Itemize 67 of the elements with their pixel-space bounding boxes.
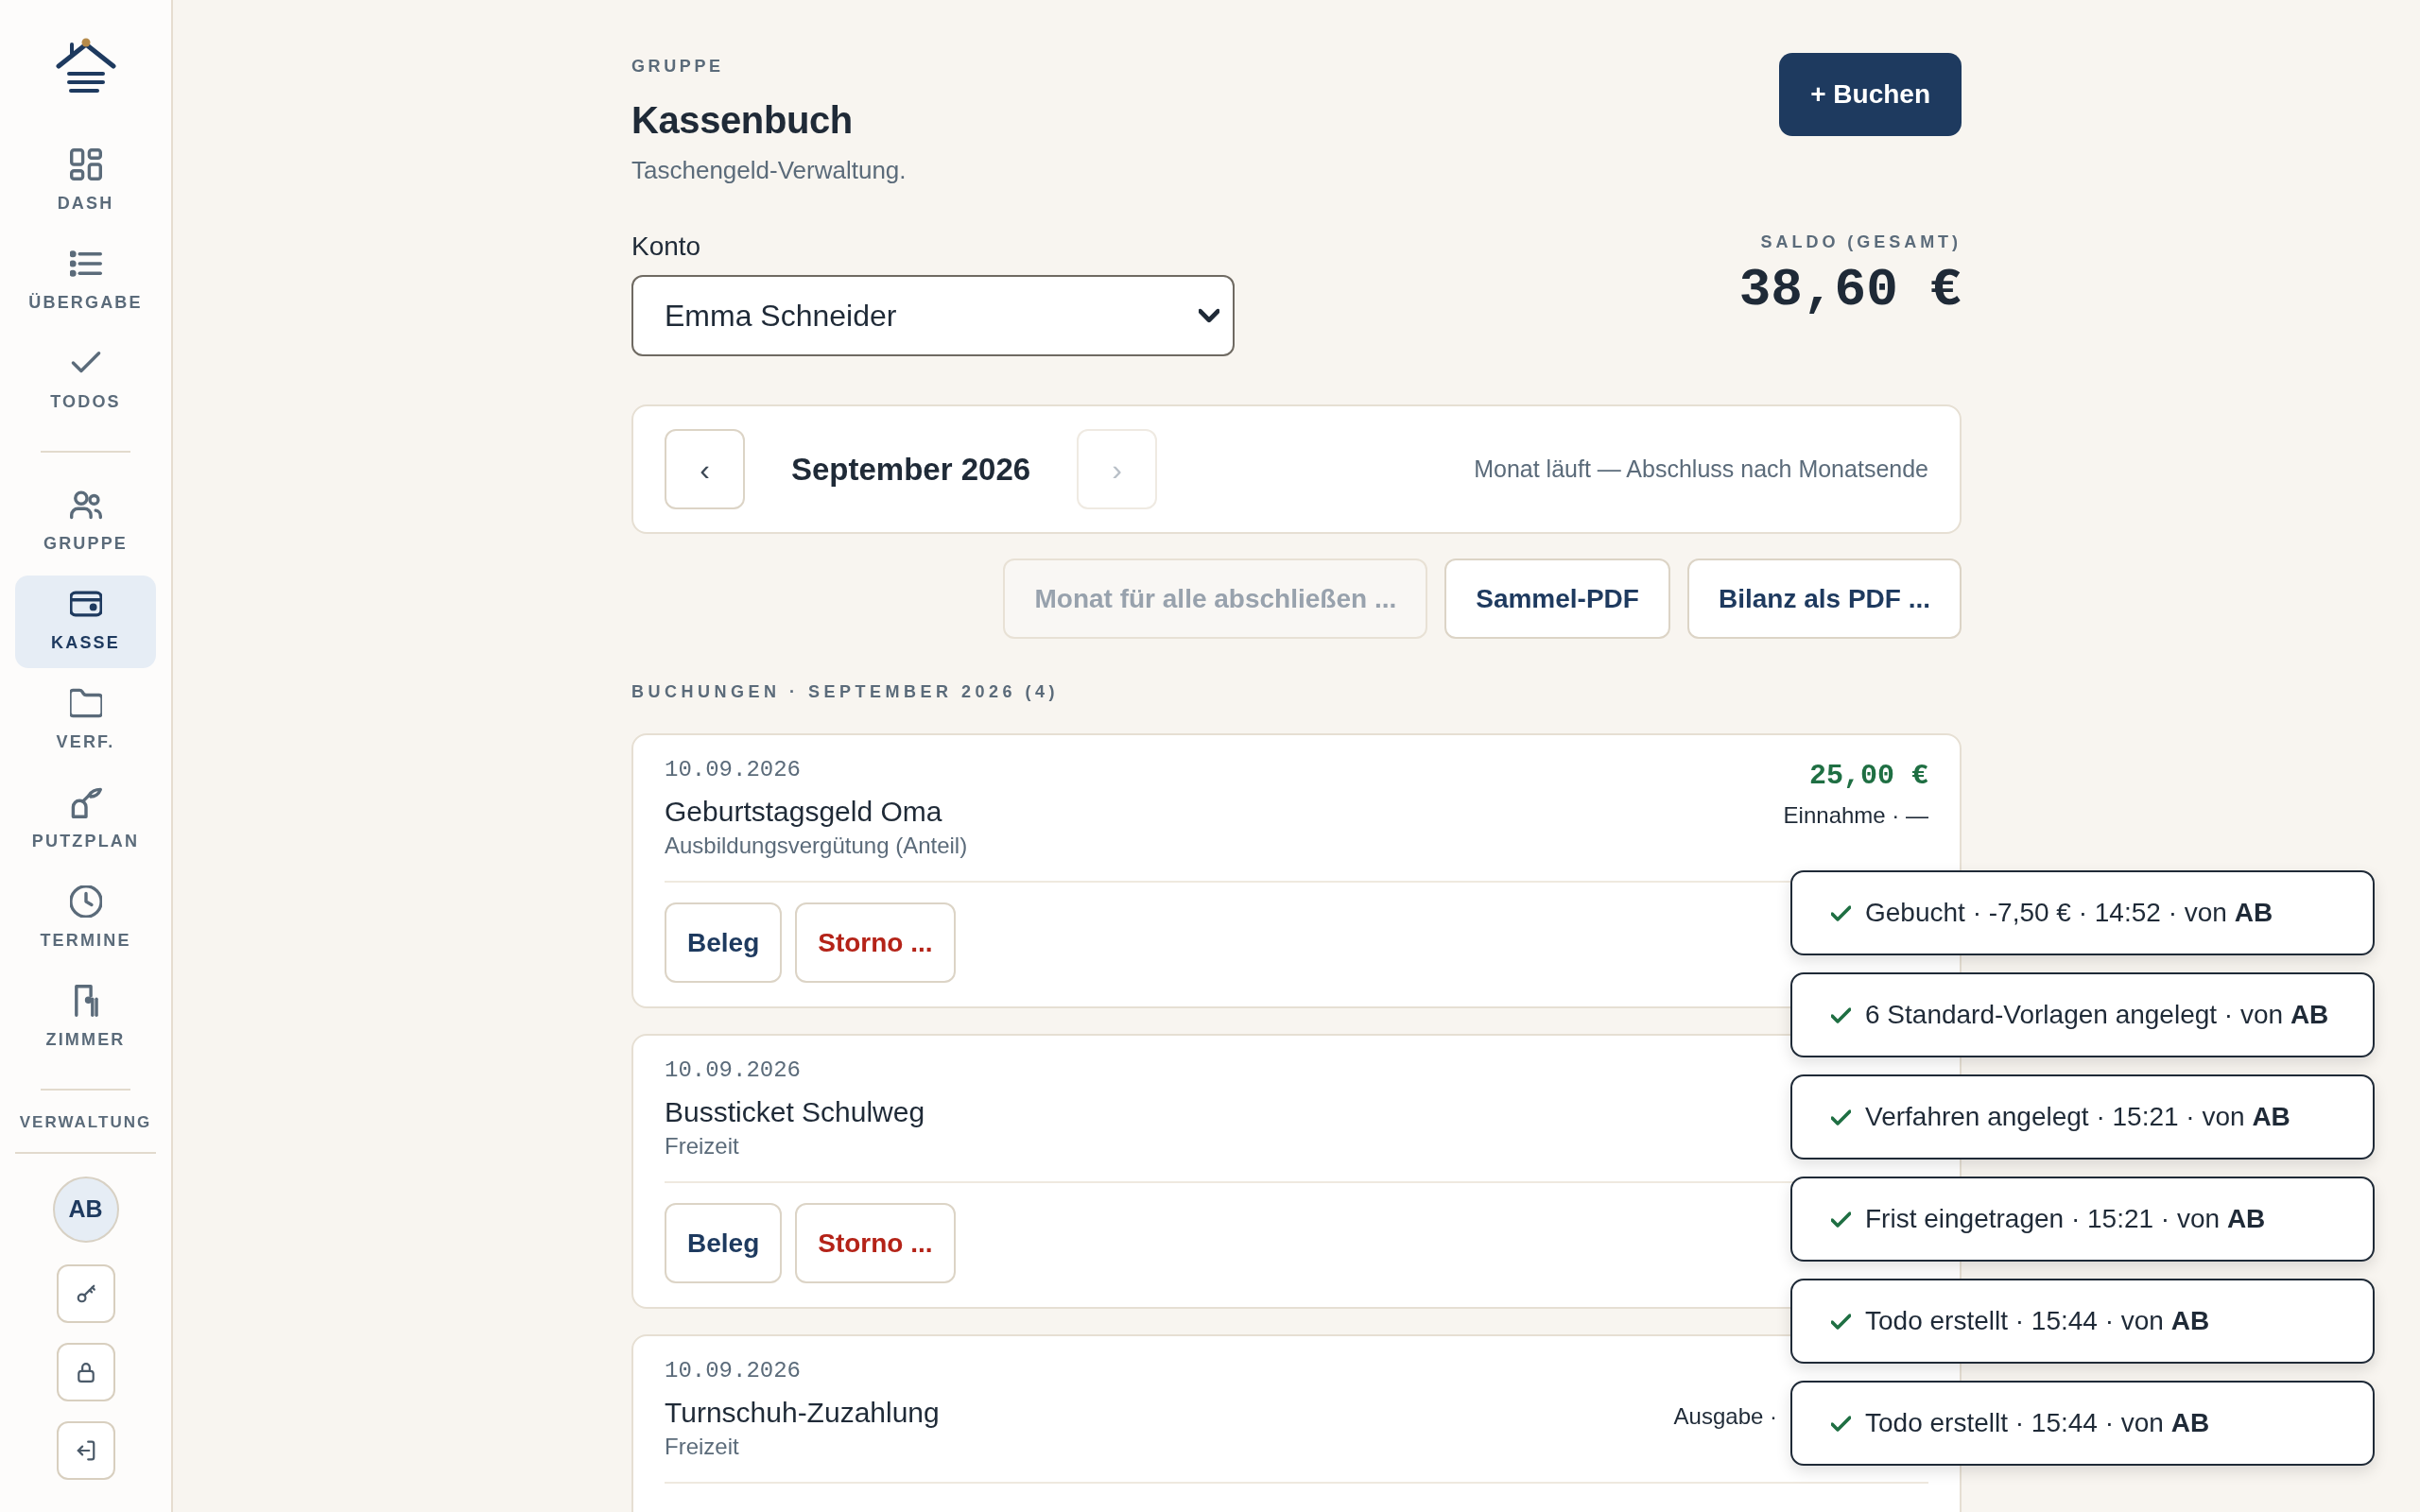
key-icon xyxy=(75,1283,96,1304)
booking-button[interactable]: Beleg xyxy=(665,902,783,983)
check-icon xyxy=(1831,1108,1851,1125)
wallet-icon xyxy=(69,588,102,620)
key-button[interactable] xyxy=(56,1264,115,1323)
nav-item[interactable]: GRUPPE xyxy=(15,476,156,569)
nav-item[interactable]: DASH xyxy=(15,136,156,229)
month-label: September 2026 xyxy=(791,450,1031,489)
nav-item[interactable]: TERMINE xyxy=(15,873,156,966)
booking-category: Freizeit xyxy=(665,1132,740,1160)
lock-button[interactable] xyxy=(56,1343,115,1401)
toast-message: Gebucht · -7,50 € · 14:52 · von AB xyxy=(1865,897,2273,929)
nav-item[interactable]: VERF. xyxy=(15,675,156,767)
check-icon xyxy=(1831,1006,1851,1023)
booking-type: Einnahme · — xyxy=(1783,801,1928,830)
check-icon xyxy=(1831,1211,1851,1228)
balance-label: SALDO (GESAMT) xyxy=(1760,232,1962,253)
section-heading: BUCHUNGEN · SEPTEMBER 2026 (4) xyxy=(631,681,1061,703)
action-button[interactable]: Sammel-PDF xyxy=(1444,558,1670,639)
toast-message: 6 Standard-Vorlagen angelegt · von AB xyxy=(1865,999,2329,1031)
house-logo-icon xyxy=(55,38,116,94)
balance-amount: 38,60 € xyxy=(1738,260,1962,320)
booking-button[interactable]: Storno ... xyxy=(795,902,956,983)
toast-message: Todo erstellt · 15:44 · von AB xyxy=(1865,1305,2210,1337)
check-icon xyxy=(1831,1415,1851,1432)
booking-button[interactable]: Storno ... xyxy=(795,1203,956,1283)
book-button[interactable]: + Buchen xyxy=(1779,53,1962,136)
nav-item[interactable]: ÜBERGABE xyxy=(15,235,156,328)
users-icon xyxy=(69,489,102,521)
toast-message: Frist eingetragen · 15:21 · von AB xyxy=(1865,1203,2266,1235)
booking-category: Ausbildungsvergütung (Anteil) xyxy=(665,832,968,860)
eyebrow-label: GRUPPE xyxy=(631,56,725,77)
booking-amount: 25,00 € xyxy=(1808,759,1928,794)
account-select[interactable]: Emma Schneider xyxy=(631,275,1235,356)
month-status: Monat läuft — Abschluss nach Monatsende xyxy=(1474,454,1928,484)
booking-date: 10.09.2026 xyxy=(665,1357,803,1385)
page-title: Kassenbuch xyxy=(631,98,854,143)
booking-date: 10.09.2026 xyxy=(665,1057,803,1085)
booking-title: Geburtstagsgeld Oma xyxy=(665,795,943,829)
logout-icon xyxy=(75,1440,96,1461)
booking-category: Freizeit xyxy=(665,1433,740,1461)
check-icon xyxy=(1831,1313,1851,1330)
booking-title: Turnschuh-Zuzahlung xyxy=(665,1396,940,1430)
clock-icon xyxy=(69,885,102,918)
section-label: VERWALTUNG xyxy=(19,1112,152,1133)
logout-button[interactable] xyxy=(56,1421,115,1480)
spray-bottle-icon xyxy=(69,786,102,818)
check-icon xyxy=(1831,904,1851,921)
booking-title: Bussticket Schulweg xyxy=(665,1095,925,1129)
previous-month-button[interactable]: ‹ xyxy=(665,429,745,509)
page-subtitle: Taschengeld-Verwaltung. xyxy=(631,155,907,185)
list-icon xyxy=(69,248,102,280)
nav-item[interactable]: PUTZPLAN xyxy=(15,774,156,867)
dashboard-icon xyxy=(69,148,102,180)
nav-item[interactable]: ZIMMER xyxy=(15,972,156,1065)
nav-item[interactable]: TODOS xyxy=(15,335,156,427)
toast-message: Verfahren angelegt · 15:21 · von AB xyxy=(1865,1101,2290,1133)
action-button[interactable]: Bilanz als PDF ... xyxy=(1686,558,1962,639)
lock-icon xyxy=(75,1362,96,1383)
folder-icon xyxy=(69,687,102,719)
booking-type: Ausgabe · xyxy=(1673,1402,1777,1431)
user-avatar[interactable]: AB xyxy=(52,1177,119,1243)
booking-button[interactable]: Beleg xyxy=(665,1203,783,1283)
toast-message: Todo erstellt · 15:44 · von AB xyxy=(1865,1407,2210,1439)
booking-date: 10.09.2026 xyxy=(665,756,803,784)
account-label: Konto xyxy=(631,231,702,263)
nav-item[interactable]: KASSE xyxy=(15,576,156,668)
